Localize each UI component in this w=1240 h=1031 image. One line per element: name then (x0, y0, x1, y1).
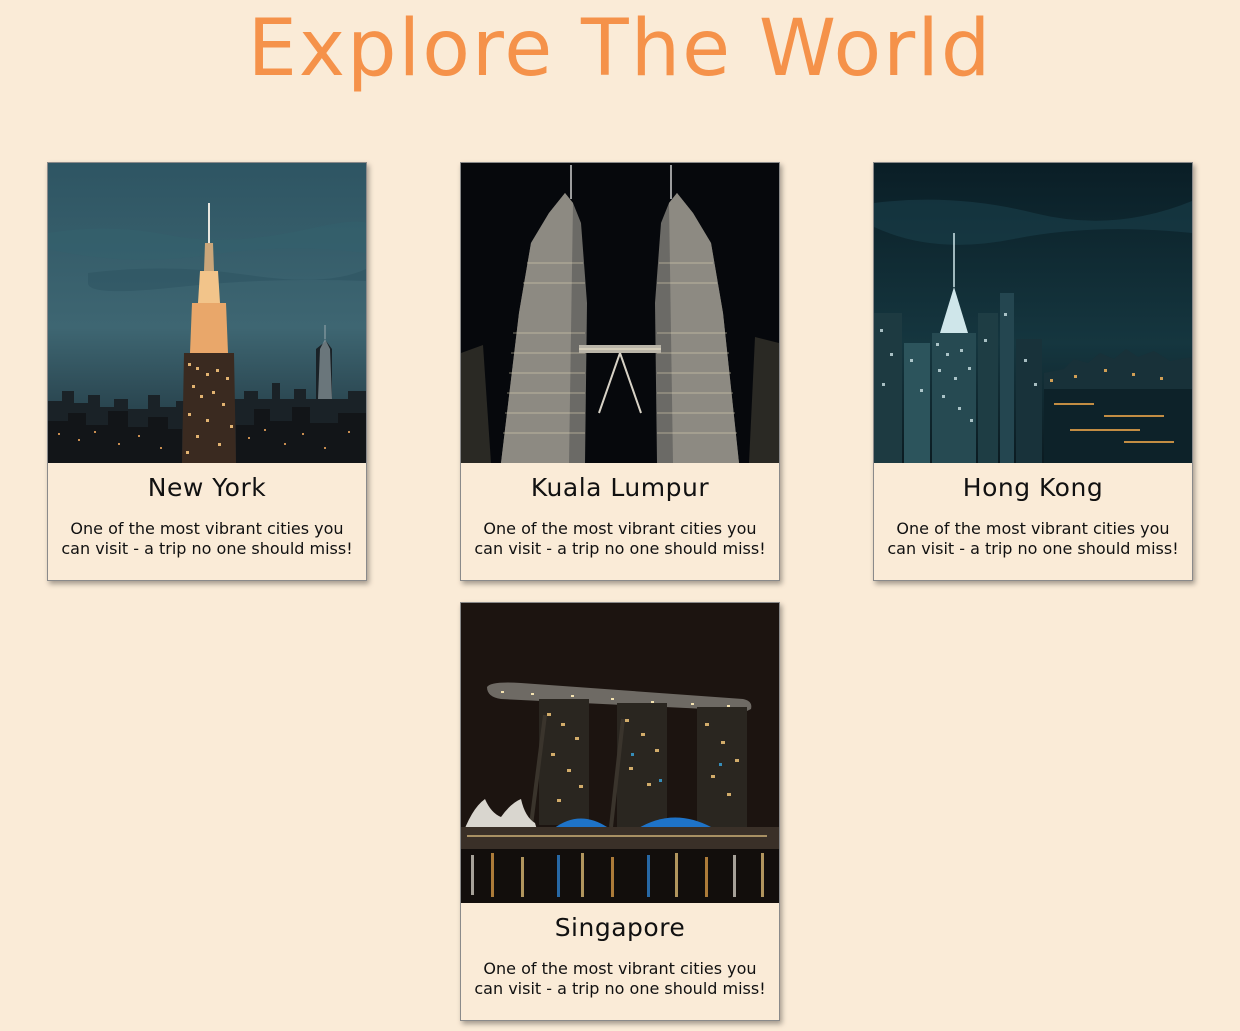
page-title: Explore The World (247, 4, 993, 94)
city-card-singapore[interactable]: Singapore One of the most vibrant cities… (460, 602, 780, 1021)
city-card-hong-kong[interactable]: Hong Kong One of the most vibrant cities… (873, 162, 1193, 581)
city-name: New York (147, 473, 267, 502)
kuala-lumpur-photo (461, 163, 779, 463)
singapore-photo (461, 603, 779, 903)
new-york-photo (48, 163, 366, 463)
city-card-kuala-lumpur[interactable]: Kuala Lumpur One of the most vibrant cit… (460, 162, 780, 581)
city-name: Singapore (554, 913, 686, 942)
city-name: Hong Kong (962, 473, 1104, 502)
city-name: Kuala Lumpur (530, 473, 710, 502)
city-description: One of the most vibrant cities you can v… (474, 959, 766, 998)
city-description: One of the most vibrant cities you can v… (61, 519, 353, 558)
hong-kong-photo (874, 163, 1192, 463)
page: Explore The World New York One of the mo… (0, 0, 1240, 1031)
city-card-new-york[interactable]: New York One of the most vibrant cities … (47, 162, 367, 581)
city-description: One of the most vibrant cities you can v… (887, 519, 1179, 558)
city-description: One of the most vibrant cities you can v… (474, 519, 766, 558)
